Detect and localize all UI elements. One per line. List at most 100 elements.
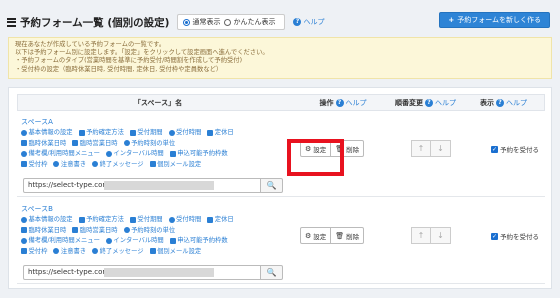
confirm-method-link[interactable]: 予約確定方法 [78, 215, 124, 224]
reception-time-link[interactable]: 受付時間 [168, 215, 201, 224]
sort-buttons: ↑ ↓ [411, 140, 451, 157]
notes-menu-link[interactable]: 備考欄/利用時間メニュー [21, 236, 100, 245]
settings-links: 基本情報の設定 予約確定方法 受付期間 受付時間 定休日 臨時休業日時 臨時営業… [21, 215, 291, 257]
interval-link[interactable]: インターバル時間 [105, 149, 164, 158]
url-field-group: https://select-type.com/rsv/?id= 🔍 [23, 265, 283, 280]
confirm-method-link[interactable]: 予約確定方法 [78, 128, 124, 137]
calendar-icon [129, 129, 136, 136]
mode-normal-radio[interactable]: 通常表示 [183, 17, 220, 27]
form-url-input[interactable]: https://select-type.com/rsv/?id= [23, 178, 261, 193]
mode-simple-radio[interactable]: かんたん表示 [224, 17, 275, 27]
arrow-up-icon: ↑ [417, 231, 425, 240]
reception-period-link[interactable]: 受付期間 [129, 215, 163, 224]
notice-line: ・予約フォームのタイプ(営業時間を基準に予約受付/時間割を作成して予約受付) [15, 57, 243, 65]
table-row: スペースB 基本情報の設定 予約確定方法 受付期間 受付時間 定休日 臨時休業日… [17, 199, 545, 284]
calendar-icon [129, 216, 136, 223]
radio-checked-icon [183, 18, 191, 26]
envelope-icon [149, 161, 156, 167]
end-message-link[interactable]: 終了メッセージ [92, 160, 144, 169]
gear-icon: ⚙ [305, 231, 312, 240]
clock-icon [123, 140, 130, 146]
column-header-sort: 順番変更 ? ヘルプ [395, 98, 456, 108]
open-url-button[interactable]: 🔍 [261, 265, 283, 280]
flag-icon [21, 227, 27, 233]
reception-slot-link[interactable]: 受付枠 [21, 160, 47, 169]
display-help-link[interactable]: ? ヘルプ [496, 98, 527, 108]
sort-buttons: ↑ ↓ [411, 227, 451, 244]
reception-period-link[interactable]: 受付期間 [129, 128, 163, 137]
help-link[interactable]: ? ヘルプ [293, 17, 324, 27]
move-down-button[interactable]: ↓ [431, 227, 451, 244]
trash-icon: 🗑 [335, 231, 345, 240]
move-down-button[interactable]: ↓ [431, 140, 451, 157]
slot-count-link[interactable]: 申込可能予約枠数 [169, 149, 228, 158]
plus-icon: + [448, 16, 455, 24]
move-up-button[interactable]: ↑ [411, 227, 431, 244]
mail-settings-link[interactable]: 個別メール設定 [149, 160, 201, 169]
help-icon: ? [335, 98, 344, 107]
flag-icon [72, 140, 79, 146]
caution-link[interactable]: 注意書き [53, 160, 86, 169]
comment-icon [53, 161, 60, 167]
notes-menu-link[interactable]: 備考欄/利用時間メニュー [21, 149, 100, 158]
temp-closed-link[interactable]: 臨時休業日時 [21, 226, 66, 235]
calendar-icon [207, 216, 214, 223]
calendar-icon [207, 129, 214, 136]
slot-count-link[interactable]: 申込可能予約枠数 [169, 236, 228, 245]
info-notice: 現在あなたが作成している予約フォームの一覧です。 以下は予約フォーム別に設定しま… [8, 37, 552, 79]
column-header-ops: 操作 ? ヘルプ [319, 98, 367, 108]
temp-open-link[interactable]: 臨時営業日時 [72, 139, 118, 148]
redacted-id [104, 268, 214, 277]
time-unit-link[interactable]: 予約時刻の単位 [123, 139, 175, 148]
info-icon [21, 216, 27, 223]
column-header-display: 表示 ? ヘルプ [480, 98, 527, 108]
notice-line: 現在あなたが作成している予約フォームの一覧です。 [15, 41, 166, 48]
basic-info-link[interactable]: 基本情報の設定 [21, 215, 73, 224]
caution-link[interactable]: 注意書き [53, 247, 86, 256]
clock-icon [168, 129, 175, 136]
regular-holiday-link[interactable]: 定休日 [207, 128, 234, 137]
publish-checkbox[interactable]: ✓ 予約を受付る [491, 231, 539, 241]
publish-checkbox[interactable]: ✓ 予約を受付る [491, 144, 539, 154]
interval-link[interactable]: インターバル時間 [105, 236, 164, 245]
help-icon: ? [496, 98, 504, 107]
arrow-down-icon: ↓ [437, 144, 444, 153]
move-up-button[interactable]: ↑ [411, 140, 431, 157]
regular-holiday-link[interactable]: 定休日 [207, 215, 234, 224]
space-name-link[interactable]: スペースB [21, 204, 53, 214]
reception-slot-link[interactable]: 受付枠 [21, 247, 47, 256]
radio-unchecked-icon [224, 18, 232, 26]
reception-time-link[interactable]: 受付時間 [168, 128, 201, 137]
checkbox-checked-icon: ✓ [491, 232, 498, 240]
list-icon [7, 17, 16, 27]
delete-button[interactable]: 🗑 削除 [331, 227, 365, 244]
clock-icon [105, 237, 112, 244]
flag-icon [21, 140, 27, 146]
form-url-input[interactable]: https://select-type.com/rsv/?id= [23, 265, 261, 280]
sort-help-link[interactable]: ? ヘルプ [425, 98, 456, 108]
document-icon [169, 150, 176, 157]
arrow-up-icon: ↑ [417, 144, 425, 153]
end-message-link[interactable]: 終了メッセージ [92, 247, 144, 256]
info-icon [21, 129, 27, 136]
basic-info-link[interactable]: 基本情報の設定 [21, 128, 73, 137]
comment-icon [92, 161, 99, 167]
help-icon: ? [293, 18, 302, 26]
search-icon: 🔍 [266, 181, 277, 190]
arrow-down-icon: ↓ [437, 231, 444, 240]
mail-settings-link[interactable]: 個別メール設定 [149, 247, 201, 256]
space-name-link[interactable]: スペースA [21, 117, 53, 127]
settings-links: 基本情報の設定 予約確定方法 受付期間 受付時間 定休日 臨時休業日時 臨時営業… [21, 128, 291, 170]
open-url-button[interactable]: 🔍 [261, 178, 283, 193]
time-unit-link[interactable]: 予約時刻の単位 [123, 226, 175, 235]
temp-closed-link[interactable]: 臨時休業日時 [21, 139, 66, 148]
comment-icon [92, 248, 99, 254]
url-field-group: https://select-type.com/rsv/?id= 🔍 [23, 178, 283, 193]
ops-help-link[interactable]: ? ヘルプ [335, 98, 367, 108]
new-form-button[interactable]: + 予約フォームを新しく作る [439, 12, 550, 28]
page-title: 予約フォーム一覧 (個別の設定) [20, 16, 170, 29]
column-header-name: 「スペース」名 [133, 98, 183, 107]
document-icon [169, 237, 176, 244]
settings-button[interactable]: ⚙ 設定 [300, 227, 332, 244]
temp-open-link[interactable]: 臨時営業日時 [72, 226, 118, 235]
